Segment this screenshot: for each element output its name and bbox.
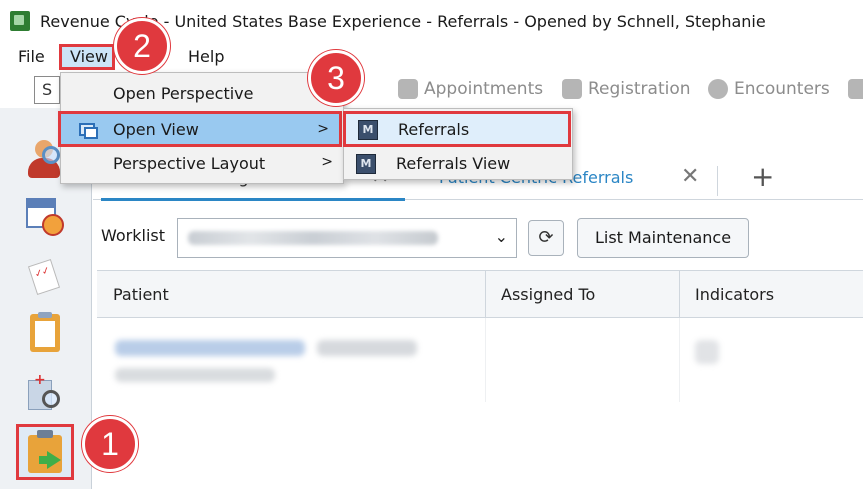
arrow-right-icon: [47, 451, 61, 469]
step-badge-2: 2: [114, 18, 170, 74]
column-divider[interactable]: [679, 271, 680, 319]
submenu-item-label: Referrals: [398, 120, 470, 139]
medical-cross-shape: +: [34, 372, 46, 388]
calendar-clock-icon[interactable]: [24, 196, 64, 236]
open-view-submenu: M Referrals M Referrals View: [343, 108, 573, 180]
refresh-button[interactable]: ⟳: [528, 220, 564, 256]
magnifier-shape: [42, 146, 60, 164]
chevron-right-icon: >: [317, 121, 329, 137]
appointments-label: Appointments: [424, 79, 544, 99]
step-badge-1: 1: [82, 416, 138, 472]
menu-view[interactable]: View: [59, 44, 115, 70]
submenu-item-referrals-view[interactable]: M Referrals View: [344, 147, 572, 181]
column-header-assigned-to[interactable]: Assigned To: [501, 285, 595, 304]
magnifier-shape: [42, 390, 60, 408]
chevron-down-icon: ⌄: [494, 227, 508, 246]
patient-name-redacted: [115, 340, 305, 356]
encounters-label: Encounters: [734, 79, 830, 99]
submenu-item-label: Referrals View: [396, 154, 511, 173]
column-divider: [679, 318, 680, 402]
submenu-item-referrals[interactable]: M Referrals: [343, 111, 571, 147]
grid-header: Patient Assigned To Indicators: [97, 270, 863, 319]
referrals-launch-icon[interactable]: [16, 424, 74, 480]
menu-help[interactable]: Help: [188, 47, 224, 66]
menu-file[interactable]: File: [18, 47, 45, 66]
clock-shape: [42, 214, 64, 236]
chevron-right-icon: >: [321, 154, 333, 170]
table-row[interactable]: [97, 318, 863, 402]
column-divider: [485, 318, 486, 402]
registration-button[interactable]: Registration: [562, 79, 691, 99]
column-divider[interactable]: [485, 271, 486, 319]
step-badge-3: 3: [308, 50, 364, 106]
facility-search-icon[interactable]: +: [24, 372, 64, 414]
referral-clip-shape: [37, 430, 53, 438]
menu-item-label: Perspective Layout: [113, 154, 266, 173]
menu-item-perspective-layout[interactable]: Perspective Layout >: [61, 147, 343, 181]
patient-details-redacted: [317, 340, 417, 356]
close-icon[interactable]: ✕: [681, 164, 699, 189]
toolbar-overflow-button[interactable]: [848, 79, 863, 99]
tab-divider: [717, 166, 718, 196]
search-input[interactable]: S: [34, 76, 60, 104]
list-maintenance-button[interactable]: List Maintenance: [577, 218, 749, 258]
patient-id-redacted: [115, 368, 275, 382]
menu-item-open-perspective[interactable]: Open Perspective: [61, 77, 343, 111]
view-module-icon: M: [358, 120, 378, 140]
app-icon: [10, 11, 30, 31]
appointments-button[interactable]: Appointments: [398, 79, 543, 99]
menu-item-open-view[interactable]: Open View >: [58, 111, 342, 147]
menu-item-label: Open View: [113, 120, 199, 139]
clipboard-sheet-shape: [35, 321, 55, 347]
column-header-patient[interactable]: Patient: [113, 285, 169, 304]
active-tab-indicator: [101, 198, 405, 201]
encounters-icon: [708, 79, 728, 99]
view-module-icon: M: [356, 154, 376, 174]
checklist-paper-shape: [27, 259, 61, 295]
column-header-indicators[interactable]: Indicators: [695, 285, 774, 304]
worklist-label: Worklist: [101, 226, 166, 245]
add-tab-button[interactable]: +: [751, 160, 774, 193]
worklist-value-redacted: [188, 231, 438, 245]
clipboard-icon[interactable]: [24, 312, 64, 352]
clipboard-clip-shape: [38, 312, 52, 318]
toolbar-overflow-icon: [848, 79, 863, 99]
windows-icon: [79, 123, 98, 139]
appointments-icon: [398, 79, 418, 99]
indicator-icon: [695, 340, 719, 364]
view-menu-dropdown: Open Perspective Open View > Perspective…: [58, 72, 344, 184]
checklist-icon[interactable]: [24, 258, 64, 298]
worklist-row: Worklist ⌄ ⟳ List Maintenance: [93, 212, 863, 258]
worklist-select[interactable]: ⌄: [177, 218, 517, 258]
encounters-button[interactable]: Encounters: [708, 79, 830, 99]
menu-item-label: Open Perspective: [113, 84, 254, 103]
registration-label: Registration: [588, 79, 691, 99]
registration-icon: [562, 79, 582, 99]
